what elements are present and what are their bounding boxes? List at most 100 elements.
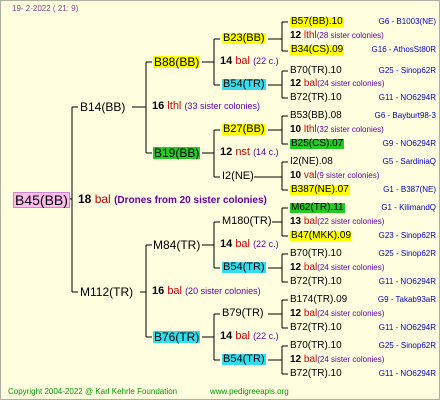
sire-b70-a[interactable]: B70(TR).10: [290, 66, 342, 76]
ref-b70-a: G25 - Sinop62R: [378, 66, 436, 75]
dam-side-queen[interactable]: M112(TR): [80, 286, 133, 298]
connector-m180: [272, 207, 288, 237]
line-note: (22 c.): [253, 56, 279, 66]
line-note: (14 c.): [253, 147, 279, 157]
ref-b72-a: G11 - NO6294R: [378, 93, 436, 102]
queen-b76[interactable]: B76(TR): [153, 331, 201, 343]
line-num: 12: [290, 262, 302, 273]
root-line-note: (Drones from 20 sister colonies): [114, 195, 267, 206]
line-note: (24 sister colonies): [317, 309, 385, 318]
dam-b72-c[interactable]: B72(TR).10: [290, 323, 342, 333]
sire-m62[interactable]: M62(TR).11: [290, 203, 345, 213]
ref-b72-d: G11 - NO6294R: [378, 369, 436, 378]
queen-b88[interactable]: B88(BB): [153, 56, 201, 68]
queen-i2[interactable]: I2(NE): [222, 171, 254, 182]
connector-b88: [202, 38, 220, 86]
line-b19: 12 nst (14 c.): [220, 147, 279, 158]
line-label: bal: [235, 238, 250, 250]
line-label: bal: [303, 216, 318, 227]
line-m84: 14 bal (22 c.): [220, 239, 279, 250]
line-num: 14: [220, 55, 233, 67]
ref-b72-c: G11 - NO6294R: [378, 323, 436, 332]
dam-b47[interactable]: B47(MKK).09: [290, 231, 353, 241]
sire-b53[interactable]: B53(BB).08: [290, 111, 342, 121]
connector-b76: [202, 313, 220, 361]
line-label: nst: [235, 146, 250, 158]
root-queen[interactable]: B45(BB): [13, 192, 70, 208]
sire-side-line: 16 lthl (33 sister colonies): [152, 101, 260, 112]
ref-b72-b: G11 - NO6294R: [378, 277, 436, 286]
ref-b70-b: G25 - Sinop62R: [378, 249, 436, 258]
line-b54-a: 12 bal(24 sister colonies): [290, 79, 384, 89]
line-num: 16: [152, 285, 165, 297]
root-line-num: 18: [78, 192, 92, 206]
line-i2: 10 val(9 sister colonies): [290, 171, 379, 181]
line-num: 12: [290, 308, 302, 319]
queen-b79[interactable]: B79(TR): [222, 308, 264, 319]
line-note: (22 c.): [253, 239, 279, 249]
line-b23: 12 lthl(28 sister colonies): [290, 31, 384, 41]
sire-i2[interactable]: I2(NE).08: [290, 157, 333, 167]
line-num: 16: [152, 100, 165, 112]
line-label: lthl: [303, 30, 317, 41]
line-b54-b: 12 bal(24 sister colonies): [290, 263, 384, 273]
dam-b72-a[interactable]: B72(TR).10: [290, 93, 342, 103]
line-note: (32 sister colonies): [316, 125, 384, 134]
line-b88: 14 bal (22 c.): [220, 56, 279, 67]
queen-b54-a[interactable]: B54(TR): [222, 79, 266, 90]
ref-m62: G1 - KilimandQ: [381, 203, 436, 212]
dam-b72-d[interactable]: B72(TR).10: [290, 369, 342, 379]
ref-b70-c: G25 - Sinop62R: [378, 341, 436, 350]
root-line: 18 bal (Drones from 20 sister colonies): [78, 193, 267, 206]
line-note: (24 sister colonies): [317, 355, 385, 364]
line-b76: 14 bal (22 c.): [220, 331, 279, 342]
ref-i2: G5 - SardiniaQ: [382, 157, 436, 166]
line-label: bal: [303, 308, 318, 319]
line-label: lthl: [167, 100, 182, 112]
sire-b70-b[interactable]: B70(TR).10: [290, 249, 342, 259]
queen-m180[interactable]: M180(TR): [222, 216, 272, 227]
print-date: 19- 2-2022 ( 21: 9): [12, 4, 79, 13]
copyright-text: Copyright 2004-2022 @ Karl Kehrle Founda…: [8, 387, 178, 396]
connector-b14: [132, 61, 152, 154]
line-label: bal: [303, 354, 318, 365]
dam-side-line: 16 bal (20 sister colonies): [152, 286, 261, 297]
line-m180: 13 bal(22 sister colonies): [290, 217, 384, 227]
sire-b174[interactable]: B174(TR).09: [290, 295, 347, 305]
sire-b70-c[interactable]: B70(TR).10: [290, 341, 342, 351]
line-num: 13: [290, 216, 302, 227]
line-label: bal: [235, 330, 250, 342]
line-label: bal: [235, 55, 250, 67]
line-num: 10: [290, 170, 302, 181]
line-note: (20 sister colonies): [185, 286, 261, 296]
line-num: 10: [290, 124, 302, 135]
queen-m84[interactable]: M84(TR): [153, 239, 200, 251]
queen-b27[interactable]: B27(BB): [222, 124, 266, 135]
sire-side-queen[interactable]: B14(BB): [80, 101, 125, 113]
queen-b23[interactable]: B23(BB): [222, 33, 266, 44]
connector-m112: [140, 244, 152, 338]
root-line-label: bal: [94, 192, 111, 206]
ref-b57: G6 - B1003(NE): [378, 17, 436, 26]
line-num: 14: [220, 238, 233, 250]
line-note: (24 sister colonies): [317, 263, 385, 272]
connector-i2: [254, 161, 288, 191]
sire-b57[interactable]: B57(BB).10: [290, 17, 344, 27]
ref-b53: G6 - Bayburt98-3: [374, 111, 436, 120]
dam-b387[interactable]: B387(NE).07: [290, 185, 350, 195]
dam-b25[interactable]: B25(CS).07: [290, 139, 345, 149]
connector-b54-b: [268, 253, 288, 283]
dam-b72-b[interactable]: B72(TR).10: [290, 277, 342, 287]
line-note: (33 sister colonies): [184, 101, 260, 111]
line-label: bal: [303, 78, 318, 89]
ref-b174: G9 - Takab93aR: [377, 295, 436, 304]
line-num: 12: [220, 146, 233, 158]
queen-b54-b[interactable]: B54(TR): [222, 262, 266, 273]
dam-b34[interactable]: B34(CS).09: [290, 45, 345, 55]
ref-b47: G23 - Sinop62R: [378, 231, 436, 240]
footer-url[interactable]: www.pedigreeapis.org: [210, 387, 289, 396]
queen-b54-c[interactable]: B54(TR): [222, 354, 266, 365]
line-b27: 10 lthl(32 sister colonies): [290, 125, 384, 135]
queen-b19[interactable]: B19(BB): [153, 147, 201, 159]
line-note: (22 sister colonies): [317, 217, 385, 226]
